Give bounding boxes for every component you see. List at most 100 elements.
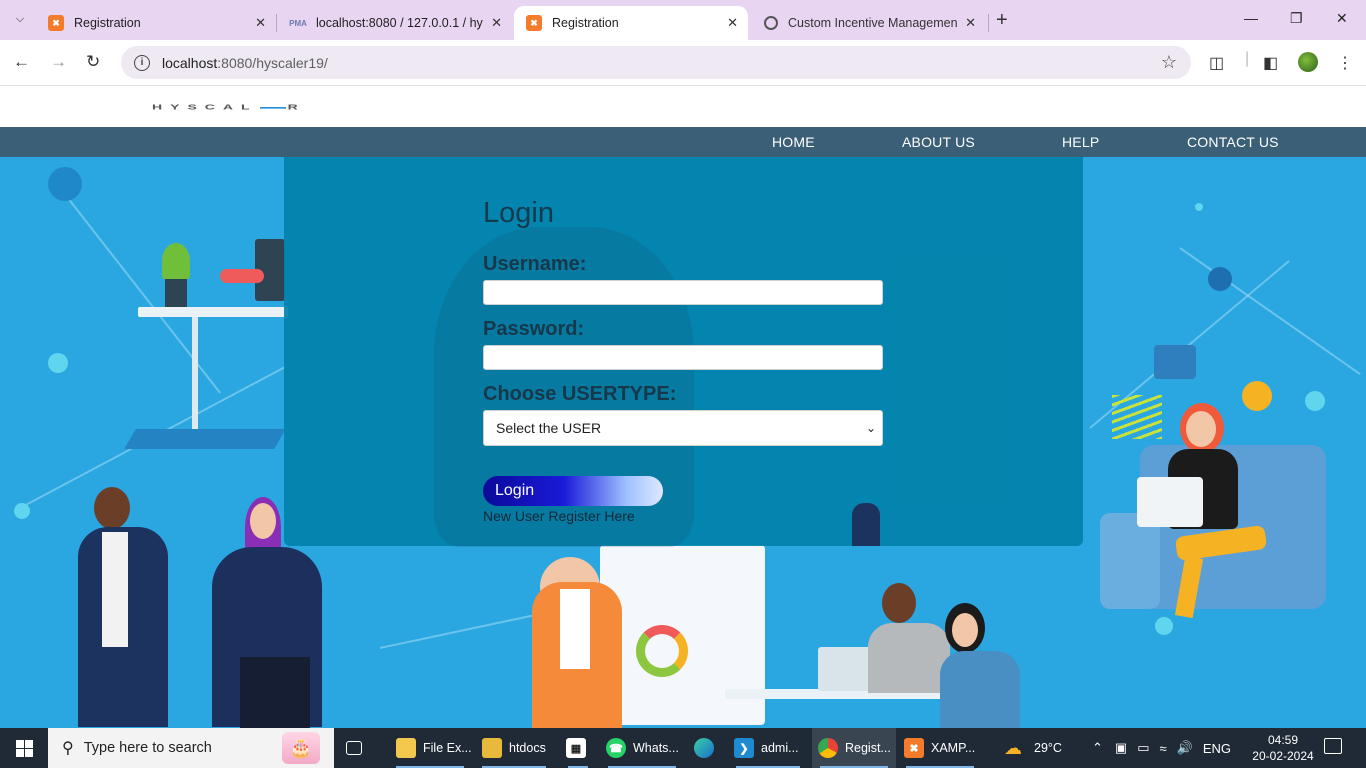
login-button[interactable]: Login [483, 476, 663, 506]
reload-icon[interactable]: ↻ [86, 52, 100, 72]
laptop-illustration [1137, 477, 1203, 527]
tab-title: Custom Incentive Management [788, 16, 958, 30]
chrome-icon [818, 738, 838, 758]
search-placeholder: Type here to search [83, 740, 212, 756]
network-node [1155, 617, 1173, 635]
task-view-icon[interactable] [346, 728, 376, 768]
tab-phpmyadmin[interactable]: PMA localhost:8080 / 127.0.0.1 / hysc ✕ [278, 6, 512, 40]
taskbar-calendar-app[interactable]: ▦ [560, 728, 596, 768]
tray-chevron-up-icon[interactable]: ⌃ [1092, 740, 1103, 756]
restore-icon[interactable]: ❐ [1290, 10, 1303, 27]
folder-icon [482, 738, 502, 758]
hero-background: HOME ABOUT US HELP CONTACT US Login User… [0, 127, 1366, 728]
password-label: Password: [483, 318, 585, 340]
network-node [48, 353, 68, 373]
network-node [14, 503, 30, 519]
taskbar-edge[interactable] [690, 728, 726, 768]
network-node [48, 167, 82, 201]
language-indicator[interactable]: ENG [1203, 741, 1231, 756]
tab-registration-active[interactable]: ✖ Registration ✕ [514, 6, 748, 40]
network-node [1208, 267, 1232, 291]
login-panel: Login Username: Password: Choose USERTYP… [284, 157, 1083, 547]
vscode-icon: ❯ [734, 738, 754, 758]
clock-time: 04:59 [1267, 733, 1299, 747]
browser-menu-icon[interactable]: ⋮ [1337, 53, 1353, 73]
username-input[interactable] [483, 280, 883, 305]
taskbar-chrome[interactable]: Regist... [812, 728, 896, 768]
toolbar-divider: | [1245, 50, 1250, 67]
brand-bar: HYSCAL R [0, 87, 1366, 127]
password-input[interactable] [483, 345, 883, 370]
sofa-arm-illustration [1100, 513, 1160, 609]
close-tab-icon[interactable]: ✕ [727, 15, 738, 31]
tab-custom-incentive[interactable]: Custom Incentive Management ✕ [752, 6, 986, 40]
windows-start-icon[interactable] [16, 740, 33, 757]
side-panel-icon[interactable]: ◧ [1263, 53, 1278, 73]
mail-illustration [1154, 345, 1196, 379]
tab-title: Registration [74, 16, 141, 30]
battery-icon[interactable]: ▭ [1137, 740, 1149, 756]
register-link[interactable]: New User Register Here [483, 508, 635, 524]
taskbar-search-box[interactable]: ⚲ Type here to search 🎂 [48, 728, 334, 768]
nav-home[interactable]: HOME [772, 134, 815, 150]
floor-shadow [124, 429, 286, 449]
tab-search-chevron-icon[interactable]: ⌵ [8, 7, 32, 31]
site-info-icon[interactable]: i [134, 54, 150, 71]
person-shirt-illustration [102, 532, 128, 647]
wifi-icon[interactable]: ≈ [1160, 741, 1167, 756]
person-skirt-illustration [240, 657, 310, 728]
taskbar-htdocs[interactable]: htdocs [474, 728, 554, 768]
close-tab-icon[interactable]: ✕ [491, 15, 502, 31]
taskbar-whatsapp[interactable]: ☎ Whats... [600, 728, 684, 768]
weather-icon: ☁ [1004, 737, 1022, 758]
tab-registration-1[interactable]: ✖ Registration ✕ [36, 6, 276, 40]
nav-about-us[interactable]: ABOUT US [902, 134, 975, 150]
minimize-icon[interactable]: — [1244, 10, 1258, 26]
web-page: HYSCAL R HOME ABOUT US HELP CONTACT US L… [0, 87, 1366, 728]
person-face-illustration [1186, 411, 1216, 447]
volume-icon[interactable]: 🔊 [1177, 740, 1193, 756]
tab-divider [988, 14, 989, 32]
forward-arrow-icon[interactable]: → [50, 52, 67, 72]
file-explorer-icon [396, 738, 416, 758]
taskbar-file-explorer[interactable]: File Ex... [388, 728, 472, 768]
bookmark-star-icon[interactable]: ☆ [1161, 52, 1177, 73]
globe-icon [764, 16, 778, 30]
login-title: Login [483, 197, 554, 229]
whatsapp-icon: ☎ [606, 738, 626, 758]
search-highlight-cake-icon[interactable]: 🎂 [282, 732, 320, 764]
usertype-selected-value: Select the USER [496, 420, 602, 436]
taskbar-vscode[interactable]: ❯ admi... [728, 728, 808, 768]
back-arrow-icon[interactable]: ← [13, 52, 30, 72]
plant-leaves-illustration [162, 243, 190, 279]
chevron-down-icon: ⌄ [865, 421, 876, 435]
hyscaler-logo[interactable]: HYSCAL R [152, 103, 306, 112]
person-face-illustration [952, 613, 978, 647]
calendar-app-icon: ▦ [566, 738, 586, 758]
address-bar[interactable]: i localhost:8080/hyscaler19/ ☆ [121, 46, 1191, 79]
xampp-icon: ✖ [904, 738, 924, 758]
usertype-label: Choose USERTYPE: [483, 383, 677, 405]
close-tab-icon[interactable]: ✕ [255, 15, 266, 31]
browser-toolbar: ← → ↻ i localhost:8080/hyscaler19/ ☆ ◫ |… [0, 40, 1366, 86]
taskbar-clock[interactable]: 04:59 20-02-2024 [1248, 732, 1318, 764]
small-person-illustration [852, 503, 880, 546]
plant-pot-illustration [165, 277, 187, 307]
desk-leg [192, 317, 198, 447]
close-window-icon[interactable]: ✕ [1336, 10, 1348, 27]
close-tab-icon[interactable]: ✕ [965, 15, 976, 31]
nav-help[interactable]: HELP [1062, 134, 1099, 150]
url-text[interactable]: localhost:8080/hyscaler19/ [162, 55, 328, 71]
notification-center-icon[interactable] [1324, 738, 1342, 754]
tab-title: localhost:8080 / 127.0.0.1 / hysc [316, 16, 484, 30]
taskbar-xampp[interactable]: ✖ XAMP... [898, 728, 982, 768]
extensions-puzzle-icon[interactable]: ◫ [1209, 53, 1224, 73]
usertype-select[interactable]: Select the USER ⌄ [483, 410, 883, 446]
new-tab-plus-icon[interactable]: + [996, 9, 1008, 32]
search-icon: ⚲ [62, 740, 74, 757]
profile-avatar[interactable] [1298, 52, 1318, 72]
nav-contact-us[interactable]: CONTACT US [1187, 134, 1279, 150]
tray-icons: ⌃ ▣ ▭ ≈ 🔊 ENG [1092, 728, 1231, 768]
meet-now-icon[interactable]: ▣ [1115, 740, 1127, 756]
weather-widget[interactable]: ☁ 29°C [1004, 728, 1062, 768]
